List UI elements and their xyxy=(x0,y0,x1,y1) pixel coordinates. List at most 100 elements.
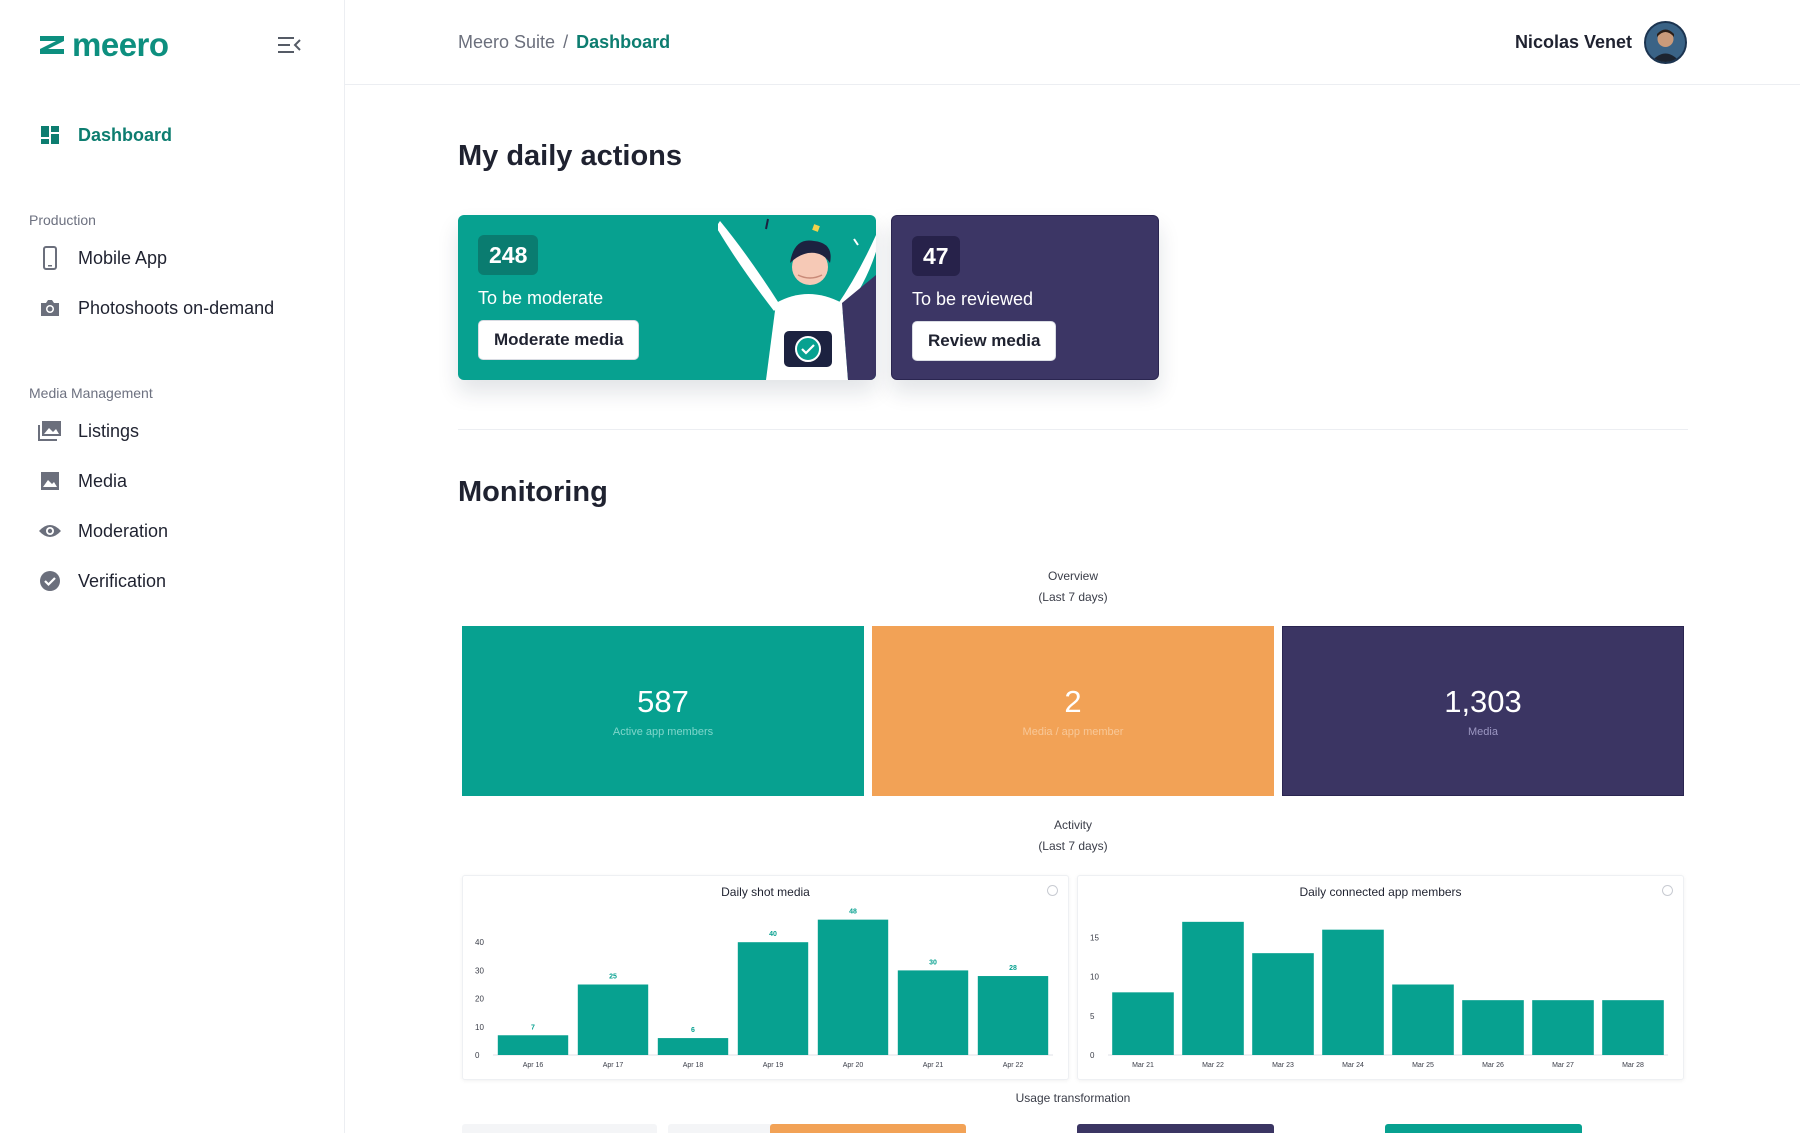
data-label: 6 xyxy=(691,1027,695,1034)
y-tick-label: 0 xyxy=(475,1051,480,1060)
logo-text: meero xyxy=(72,26,169,63)
review-card: 47 To be reviewed Review media xyxy=(891,215,1159,380)
bar xyxy=(577,984,649,1055)
section-label-media-management: Media Management xyxy=(29,385,153,401)
sidebar-item-listings[interactable]: Listings xyxy=(38,419,139,443)
eye-icon xyxy=(38,519,62,543)
meero-logo[interactable]: meero xyxy=(38,28,169,61)
chart-svg: 0 5 10 15 Mar 21 Mar 22 Mar 23 Mar 24 Mar 25 Mar … xyxy=(1090,921,1668,1069)
overview-caption: Overview (Last 7 days) xyxy=(458,566,1688,608)
stat-tile-active-members: 587 Active app members xyxy=(462,626,864,796)
x-tick-label: Apr 20 xyxy=(843,1062,864,1069)
bar xyxy=(657,1038,729,1055)
overview-period: (Last 7 days) xyxy=(1038,590,1108,604)
usage-tile xyxy=(1385,1124,1582,1133)
x-tick-label: Apr 19 xyxy=(763,1062,784,1069)
bar xyxy=(1252,953,1314,1055)
data-label: 40 xyxy=(769,931,777,938)
y-tick-label: 10 xyxy=(475,1023,484,1032)
section-label-production: Production xyxy=(29,212,96,228)
breadcrumb-root[interactable]: Meero Suite xyxy=(458,32,555,53)
usage-tile xyxy=(462,1124,657,1133)
overview-title: Overview xyxy=(1047,569,1098,583)
user-menu[interactable]: Nicolas Venet xyxy=(1515,21,1687,64)
photographer-illustration xyxy=(718,218,876,380)
sidebar-item-verification[interactable]: Verification xyxy=(38,569,166,593)
sidebar-item-label: Photoshoots on-demand xyxy=(78,297,275,318)
x-tick-label: Mar 26 xyxy=(1482,1062,1504,1069)
x-tick-label: Mar 24 xyxy=(1342,1062,1364,1069)
bar xyxy=(1182,921,1244,1055)
sidebar-item-moderation[interactable]: Moderation xyxy=(38,519,168,543)
x-tick-label: Apr 17 xyxy=(603,1062,624,1069)
daily-actions-title: My daily actions xyxy=(458,140,683,172)
moderate-media-button[interactable]: Moderate media xyxy=(478,320,640,360)
stat-tile-media-per-member: 2 Media / app member xyxy=(872,626,1274,796)
smartphone-icon xyxy=(38,246,62,270)
review-card-label: To be reviewed xyxy=(912,289,1034,309)
bar xyxy=(1322,929,1384,1055)
y-tick-label: 20 xyxy=(475,995,484,1004)
breadcrumb: Meero Suite / Dashboard xyxy=(458,32,670,53)
breadcrumb-current: Dashboard xyxy=(576,32,671,52)
monitoring-title: Monitoring xyxy=(458,476,608,508)
bar xyxy=(1532,1000,1594,1055)
x-tick-label: Apr 21 xyxy=(923,1062,944,1069)
sidebar-item-label: Media xyxy=(78,470,128,491)
section-divider xyxy=(458,429,1688,430)
stat-label: Active app members xyxy=(612,726,714,738)
review-count-badge: 47 xyxy=(912,236,960,276)
sidebar-item-dashboard[interactable]: Dashboard xyxy=(38,123,172,147)
bar xyxy=(1462,1000,1524,1055)
chart-daily-shot-media: Daily shot media 0 10 20 30 40 7 Apr 16 25 Apr 1… xyxy=(462,875,1069,1080)
stat-value: 587 xyxy=(637,684,689,719)
x-tick-label: Mar 25 xyxy=(1412,1062,1434,1069)
dashboard-icon xyxy=(38,123,62,147)
meero-logo-icon xyxy=(40,35,64,54)
y-tick-label: 10 xyxy=(1090,973,1099,982)
stat-value: 1,303 xyxy=(1444,684,1522,719)
sidebar-item-label: Dashboard xyxy=(78,124,173,145)
usage-caption: Usage transformation xyxy=(1015,1091,1131,1105)
bar xyxy=(497,1035,569,1055)
collapse-sidebar-icon[interactable] xyxy=(276,34,302,56)
y-tick-label: 15 xyxy=(1090,934,1099,943)
y-tick-label: 30 xyxy=(475,966,484,975)
x-tick-label: Apr 22 xyxy=(1003,1062,1024,1069)
review-media-button[interactable]: Review media xyxy=(912,321,1057,361)
y-tick-label: 40 xyxy=(475,938,484,947)
sidebar-item-label: Moderation xyxy=(78,520,169,541)
sidebar-item-photoshoots[interactable]: Photoshoots on-demand xyxy=(38,296,274,320)
sidebar-item-mobile-app[interactable]: Mobile App xyxy=(38,246,167,270)
activity-title: Activity xyxy=(1053,818,1092,832)
avatar[interactable] xyxy=(1644,21,1687,64)
bar xyxy=(737,942,809,1055)
activity-caption: Activity (Last 7 days) xyxy=(458,815,1688,857)
x-tick-label: Apr 16 xyxy=(523,1062,544,1069)
data-label: 25 xyxy=(609,974,617,981)
bar xyxy=(977,976,1049,1055)
bar xyxy=(1602,1000,1664,1055)
top-header: Meero Suite / Dashboard Nicolas Venet xyxy=(345,0,1800,85)
sidebar-item-label: Mobile App xyxy=(78,247,168,268)
sidebar-item-label: Verification xyxy=(78,570,167,591)
data-label: 30 xyxy=(929,959,937,966)
bar xyxy=(817,919,889,1055)
x-tick-label: Mar 28 xyxy=(1622,1062,1644,1069)
usage-tile xyxy=(770,1124,966,1133)
sidebar-item-media[interactable]: Media xyxy=(38,469,127,493)
user-name: Nicolas Venet xyxy=(1514,32,1632,52)
stat-tile-media: 1,303 Media xyxy=(1282,626,1684,796)
activity-period: (Last 7 days) xyxy=(1038,839,1108,853)
bar xyxy=(1112,992,1174,1055)
x-tick-label: Apr 18 xyxy=(683,1062,704,1069)
data-label: 28 xyxy=(1009,965,1017,972)
x-tick-label: Mar 21 xyxy=(1132,1062,1154,1069)
chart-daily-connected-members: Daily connected app members 0 5 10 15 Mar 21… xyxy=(1077,875,1684,1080)
usage-tile xyxy=(1077,1124,1274,1133)
sidebar-item-label: Listings xyxy=(78,420,140,441)
moderate-count-badge: 248 xyxy=(478,235,539,275)
moderate-card: 248 To be moderate Moderate media xyxy=(458,215,876,380)
y-tick-label: 5 xyxy=(1090,1012,1095,1021)
data-label: 7 xyxy=(531,1024,535,1031)
